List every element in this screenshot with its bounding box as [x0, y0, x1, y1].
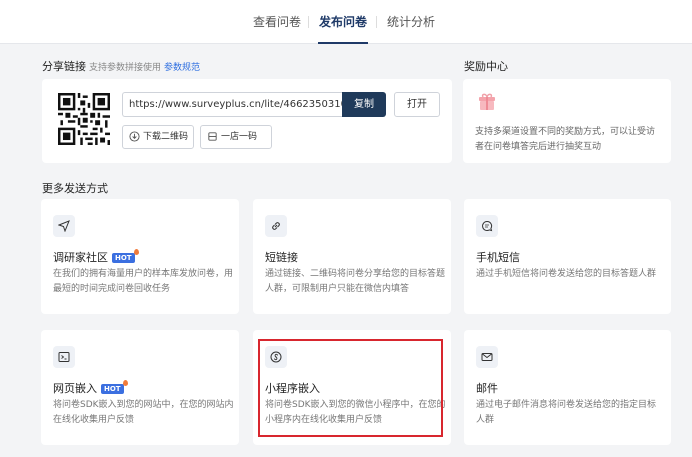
method-description: 在我们的拥有海量用户的样本库发放问卷，用最短的时间完成问卷回收任务 [53, 269, 234, 294]
method-description: 通过电子邮件消息将问卷发送给您的指定目标人群 [476, 400, 657, 425]
one-store-code-button[interactable]: 一店一码 [200, 125, 272, 149]
store-icon [208, 132, 217, 141]
method-title: 短链接 [265, 251, 298, 264]
tab-publish-survey[interactable]: 发布问卷 [318, 0, 368, 44]
method-description: 将问卷SDK嵌入到您的网站中，在您的网站内在线化收集用户反馈 [53, 400, 234, 425]
method-title-text: 调研家社区 [53, 251, 108, 264]
download-qr-button[interactable]: 下载二维码 [122, 125, 194, 149]
reward-section-title: 奖励中心 [464, 60, 508, 73]
link-icon [272, 222, 280, 230]
method-card-sms[interactable]: 手机短信 通过手机短信将问卷发送给您的目标答题人群 [464, 199, 671, 314]
share-section-title: 分享链接 支持参数拼接使用 参数规范 [42, 58, 200, 74]
top-tab-bar: 查看问卷 发布问卷 统计分析 [0, 0, 692, 44]
reward-description: 支持多渠道设置不同的奖励方式，可以让受访者在问卷填答完后进行抽奖互动 [475, 127, 656, 152]
sms-icon [482, 220, 493, 232]
share-card: https://www.surveyplus.cn/lite/466235031… [42, 79, 452, 163]
code-icon [58, 352, 70, 362]
method-card-community[interactable]: 调研家社区 HOT 在我们的拥有海量用户的样本库发放问卷，用最短的时间完成问卷回收… [41, 199, 239, 314]
tab-divider [308, 16, 309, 28]
method-description: 通过链接、二维码将问卷分享给您的目标答题人群，可限制用户只能在微信内填答 [265, 269, 446, 294]
copy-button[interactable]: 复制 [342, 92, 386, 117]
icon-container [265, 215, 287, 237]
more-methods-title: 更多发送方式 [42, 182, 108, 195]
open-button[interactable]: 打开 [394, 92, 440, 117]
icon-container [476, 215, 498, 237]
method-title-text: 网页嵌入 [53, 382, 97, 395]
mail-icon [481, 353, 493, 361]
send-icon [58, 220, 70, 232]
share-title: 分享链接 [42, 60, 86, 73]
method-title: 调研家社区 HOT [53, 249, 139, 265]
download-icon [129, 131, 140, 142]
method-card-short-link[interactable]: 短链接 通过链接、二维码将问卷分享给您的目标答题人群，可限制用户只能在微信内填答 [253, 199, 451, 314]
param-spec-link[interactable]: 参数规范 [164, 63, 200, 73]
method-card-email[interactable]: 邮件 通过电子邮件消息将问卷发送给您的指定目标人群 [464, 330, 671, 445]
gift-icon [479, 93, 495, 110]
method-title: 网页嵌入 HOT [53, 380, 128, 396]
reward-card[interactable]: 支持多渠道设置不同的奖励方式，可以让受访者在问卷填答完后进行抽奖互动 [463, 79, 671, 163]
qr-code-icon [58, 93, 110, 145]
icon-container [53, 215, 75, 237]
method-card-web-embed[interactable]: 网页嵌入 HOT 将问卷SDK嵌入到您的网站中，在您的网站内在线化收集用户反馈 [41, 330, 239, 445]
share-url-field[interactable]: https://www.surveyplus.cn/lite/466235031… [122, 92, 343, 117]
tab-statistics[interactable]: 统计分析 [386, 0, 436, 44]
tab-view-survey[interactable]: 查看问卷 [252, 0, 302, 44]
one-store-code-label: 一店一码 [221, 132, 258, 142]
icon-container [53, 346, 75, 368]
tab-divider [376, 16, 377, 28]
download-qr-label: 下载二维码 [143, 132, 189, 142]
method-title: 邮件 [476, 382, 498, 395]
method-description: 通过手机短信将问卷发送给您的目标答题人群 [476, 269, 657, 279]
hot-badge: HOT [101, 380, 128, 394]
method-title: 手机短信 [476, 251, 520, 264]
icon-container [476, 346, 498, 368]
hot-badge: HOT [112, 249, 139, 263]
share-subtitle: 支持参数拼接使用 [89, 63, 162, 73]
highlight-box [258, 339, 443, 437]
